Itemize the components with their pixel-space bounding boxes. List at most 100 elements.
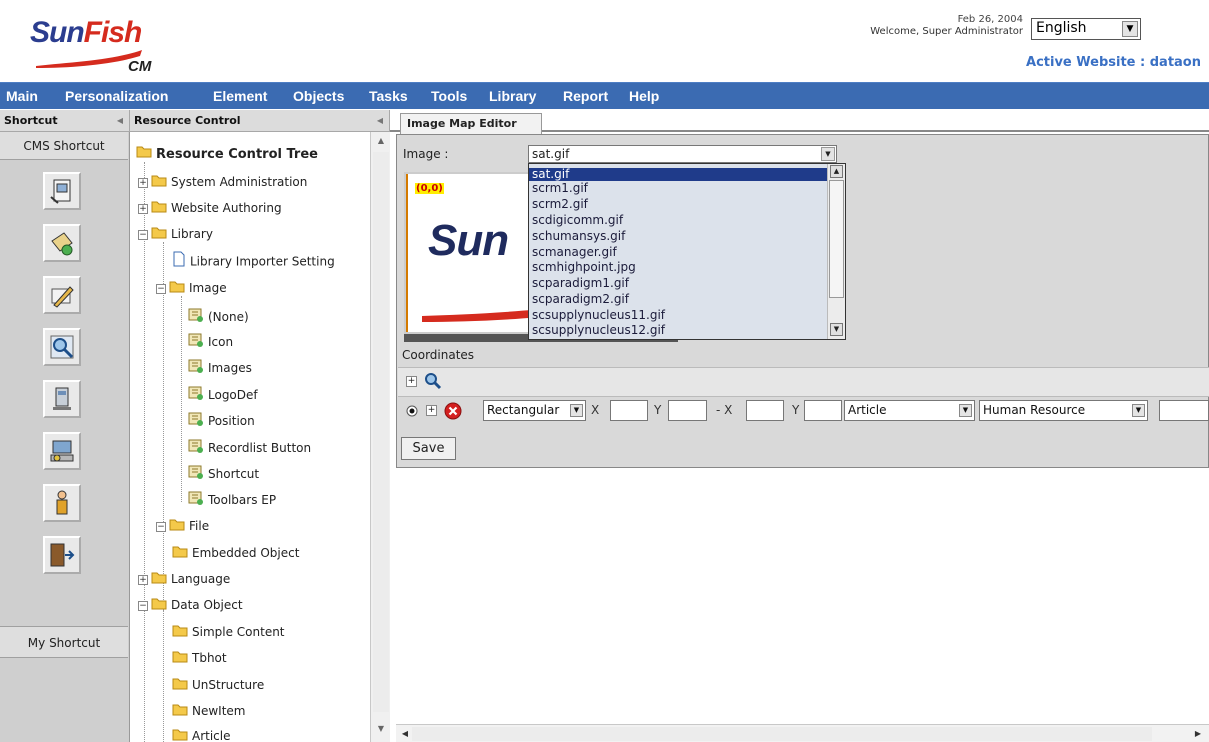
resource-item-icon <box>188 412 204 432</box>
menu-library[interactable]: Library <box>489 83 536 110</box>
shortcut-search-button[interactable] <box>43 328 81 366</box>
folder-open-icon <box>151 225 167 245</box>
dropdown-option[interactable]: scmanager.gif <box>529 246 827 259</box>
tree-node-tbhot[interactable]: Tbhot <box>172 648 227 668</box>
scroll-thumb[interactable] <box>373 152 389 712</box>
editor-horizontal-scrollbar[interactable]: ◀ ▶ <box>396 724 1209 742</box>
tree-node-article[interactable]: Article <box>172 726 231 742</box>
tree-node-language[interactable]: + Language <box>138 569 230 589</box>
shortcut-document-button[interactable] <box>43 172 81 210</box>
tree-node-data-object[interactable]: − Data Object <box>138 595 243 615</box>
dropdown-option[interactable]: sat.gif <box>529 168 827 181</box>
shape-select[interactable]: Rectangular ▼ <box>483 400 586 421</box>
tree-node-shortcut[interactable]: Shortcut <box>188 464 259 484</box>
menu-personalization[interactable]: Personalization <box>65 83 168 110</box>
shortcut-computer-button[interactable] <box>43 380 81 418</box>
y2-input[interactable] <box>804 400 842 421</box>
tree-node-toolbars-ep[interactable]: Toolbars EP <box>188 490 276 510</box>
menu-objects[interactable]: Objects <box>293 83 344 110</box>
tree-scrollbar[interactable]: ▲ ▼ <box>370 132 390 742</box>
tree-node-images[interactable]: Images <box>188 358 252 378</box>
scroll-left-icon[interactable]: ◀ <box>399 728 411 740</box>
collapse-icon[interactable]: − <box>156 283 166 294</box>
collapse-left-icon[interactable]: ◀ <box>377 110 383 132</box>
menu-tasks[interactable]: Tasks <box>369 83 408 110</box>
tree-node-library[interactable]: − Library <box>138 224 213 244</box>
dropdown-scrollbar[interactable]: ▲ ▼ <box>827 164 845 339</box>
save-button[interactable]: Save <box>401 437 456 460</box>
scroll-thumb[interactable] <box>829 180 844 298</box>
menu-help[interactable]: Help <box>629 83 659 110</box>
scroll-up-icon[interactable]: ▲ <box>830 165 843 178</box>
shortcut-user-button[interactable] <box>43 484 81 522</box>
dropdown-option[interactable]: scrm2.gif <box>529 198 827 211</box>
resource-item-icon <box>188 359 204 379</box>
scroll-down-icon[interactable]: ▼ <box>830 323 843 336</box>
tree-node-image[interactable]: − Image <box>156 278 227 298</box>
expand-icon[interactable]: + <box>138 203 148 214</box>
link-type-select[interactable]: Article ▼ <box>844 400 975 421</box>
dropdown-option[interactable]: scparadigm2.gif <box>529 293 827 306</box>
dropdown-option[interactable]: scrm1.gif <box>529 182 827 195</box>
header-date: Feb 26, 2004 <box>957 14 1023 25</box>
tree-node-unstructure[interactable]: UnStructure <box>172 675 264 695</box>
menu-element[interactable]: Element <box>213 83 267 110</box>
collapse-icon[interactable]: − <box>138 600 148 611</box>
scroll-right-icon[interactable]: ▶ <box>1192 728 1204 740</box>
tree-node-newitem[interactable]: NewItem <box>172 701 246 721</box>
shortcut-network-button[interactable] <box>43 432 81 470</box>
tree-node-simple-content[interactable]: Simple Content <box>172 622 285 642</box>
shortcut-logout-button[interactable] <box>43 536 81 574</box>
tree-root[interactable]: Resource Control Tree <box>136 144 318 164</box>
dropdown-option[interactable]: schumansys.gif <box>529 230 827 243</box>
tree-node-library-importer-setting[interactable]: Library Importer Setting <box>172 251 335 271</box>
expand-icon[interactable]: + <box>426 405 437 416</box>
collapse-icon[interactable]: − <box>156 521 166 532</box>
link-target-select[interactable]: Human Resource ▼ <box>979 400 1148 421</box>
scroll-up-icon[interactable]: ▲ <box>374 136 388 150</box>
x2-input[interactable] <box>746 400 784 421</box>
tab-image-map-editor[interactable]: Image Map Editor <box>400 113 542 134</box>
tree-node-logodef[interactable]: LogoDef <box>188 385 258 405</box>
radio-button[interactable] <box>406 405 418 417</box>
dropdown-option[interactable]: scparadigm1.gif <box>529 277 827 290</box>
tree-node-none[interactable]: (None) <box>188 307 249 327</box>
image-select[interactable]: sat.gif ▼ <box>528 145 837 163</box>
x1-input[interactable] <box>610 400 648 421</box>
document-icon <box>50 179 71 204</box>
expand-icon[interactable]: + <box>138 177 148 188</box>
tree-node-file[interactable]: − File <box>156 516 209 536</box>
shortcut-write-button[interactable] <box>43 276 81 314</box>
scroll-track[interactable] <box>412 727 1152 741</box>
cms-shortcut-tab[interactable]: CMS Shortcut <box>0 132 128 160</box>
tree-node-recordlist-button[interactable]: Recordlist Button <box>188 438 311 458</box>
tree-node-system-administration[interactable]: + System Administration <box>138 172 307 192</box>
dropdown-option[interactable]: scdigicomm.gif <box>529 214 827 227</box>
scroll-down-icon[interactable]: ▼ <box>374 724 388 738</box>
menu-main[interactable]: Main <box>6 83 38 110</box>
language-select[interactable]: English ▼ <box>1031 18 1141 40</box>
tree-node-icon[interactable]: Icon <box>188 332 233 352</box>
y1-input[interactable] <box>668 400 707 421</box>
tree-node-website-authoring[interactable]: + Website Authoring <box>138 198 282 218</box>
image-dropdown-list[interactable]: sat.gif scrm1.gif scrm2.gif scdigicomm.g… <box>528 163 846 340</box>
expand-icon[interactable]: + <box>406 376 417 387</box>
x-label: X <box>591 403 600 417</box>
dropdown-option[interactable]: scsupplynucleus11.gif <box>529 309 827 322</box>
chevron-down-icon: ▼ <box>1122 21 1138 37</box>
delete-icon[interactable] <box>444 402 462 420</box>
my-shortcut-tab[interactable]: My Shortcut <box>0 626 128 658</box>
dropdown-option[interactable]: scsupplynucleus12.gif <box>529 324 827 337</box>
expand-icon[interactable]: + <box>138 574 148 585</box>
shortcut-edit-button[interactable] <box>43 224 81 262</box>
collapse-left-icon[interactable]: ◀ <box>117 110 123 132</box>
zoom-icon[interactable] <box>424 372 442 390</box>
extra-input[interactable] <box>1159 400 1209 421</box>
collapse-icon[interactable]: − <box>138 229 148 240</box>
network-icon <box>50 440 74 462</box>
menu-tools[interactable]: Tools <box>431 83 467 110</box>
dropdown-option[interactable]: scmhighpoint.jpg <box>529 261 827 274</box>
tree-node-embedded-object[interactable]: Embedded Object <box>172 543 299 563</box>
tree-node-position[interactable]: Position <box>188 411 255 431</box>
menu-report[interactable]: Report <box>563 83 608 110</box>
